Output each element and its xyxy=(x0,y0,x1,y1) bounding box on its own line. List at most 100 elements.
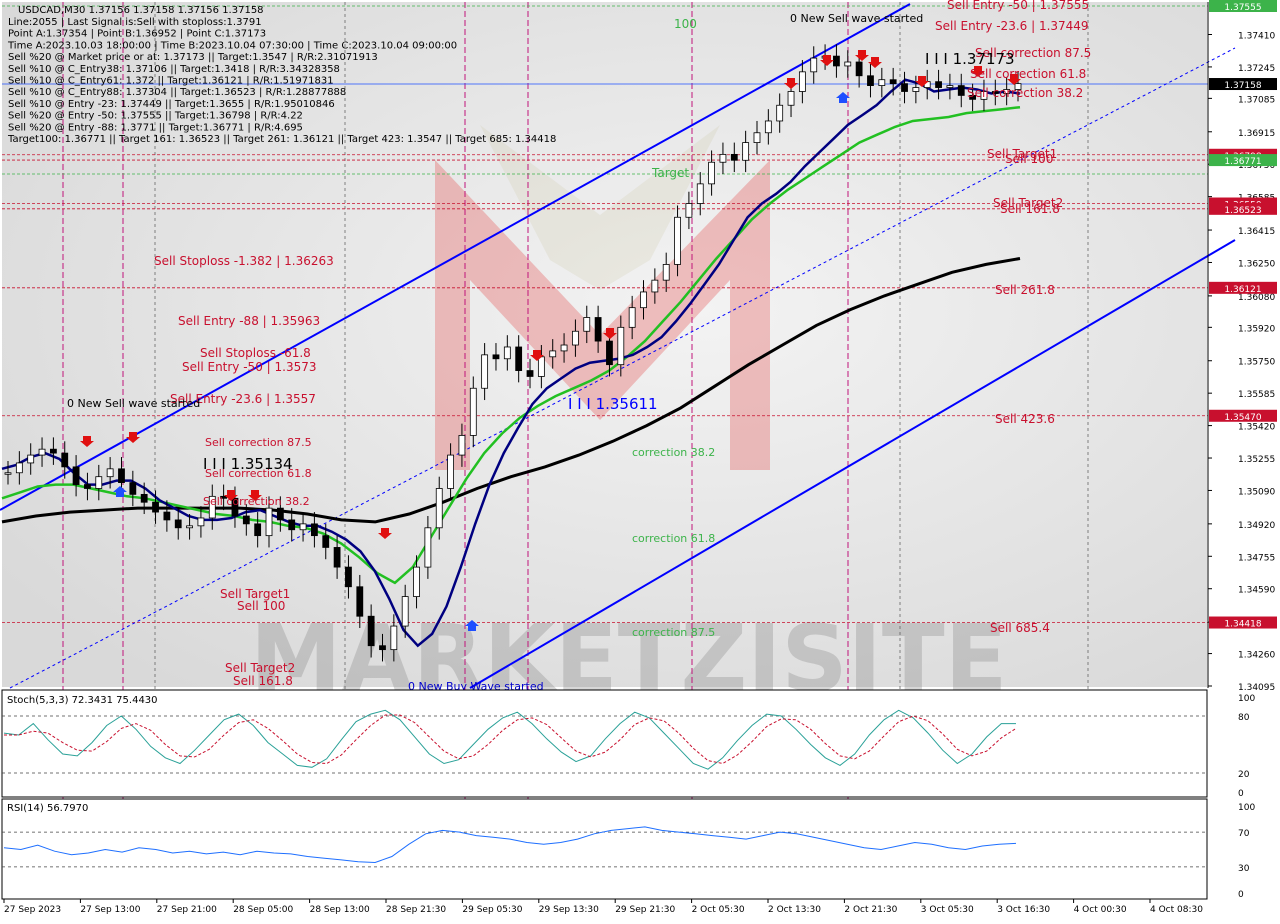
label-sell-correction-618-top: Sell correction 61.8 xyxy=(970,67,1086,81)
label-sell-correction-382-top: Sell correction 38.2 xyxy=(967,86,1083,100)
candle-body xyxy=(481,354,489,389)
candle-body xyxy=(4,472,12,475)
candle-body xyxy=(276,507,284,521)
header-symbol-line: USDCAD,M30 1.37156 1.37158 1.37156 1.371… xyxy=(18,5,264,16)
price-tick-label: 1.35585 xyxy=(1238,390,1275,400)
time-tick-label: 4 Oct 00:30 xyxy=(1074,905,1127,915)
candle-body xyxy=(95,476,103,489)
rsi-axis-label: 100 xyxy=(1238,803,1255,813)
price-tick-label: 1.35750 xyxy=(1238,358,1275,368)
price-tick-label: 1.35255 xyxy=(1238,455,1275,465)
candle-body xyxy=(118,468,125,483)
time-tick-label: 28 Sep 13:00 xyxy=(310,905,370,915)
candle-body xyxy=(572,330,579,346)
price-marker-label: 1.34418 xyxy=(1224,620,1261,630)
price-marker-label: 1.36523 xyxy=(1224,206,1261,216)
price-tick-label: 1.35920 xyxy=(1238,324,1275,334)
price-marker-label: 1.37158 xyxy=(1224,81,1261,91)
label-new-sell-wave-top: 0 New Sell wave started xyxy=(790,12,923,25)
label-sell-stoploss-618: Sell Stoploss -61.8 xyxy=(200,346,311,360)
candle-body xyxy=(867,75,874,86)
time-tick-label: 3 Oct 16:30 xyxy=(997,905,1050,915)
candle-body xyxy=(753,132,761,143)
candle-body xyxy=(708,161,715,185)
candle-body xyxy=(424,527,432,568)
price-tick-label: 1.34095 xyxy=(1238,683,1275,693)
price-marker-label: 1.37555 xyxy=(1224,3,1261,13)
stoch-panel xyxy=(1,689,1208,798)
candle-body xyxy=(390,625,398,651)
header-info-line: Sell %20 @ Entry -88: 1.3771 || Target:1… xyxy=(8,122,303,133)
time-tick-label: 27 Sep 13:00 xyxy=(80,905,140,915)
candle-body xyxy=(901,83,908,92)
price-tick-label: 1.36250 xyxy=(1238,259,1275,269)
candle-body xyxy=(696,183,704,204)
stoch-axis-label: 100 xyxy=(1238,694,1255,704)
candle-body xyxy=(628,307,636,328)
candle-body xyxy=(719,153,727,163)
header-info-line: Line:2055 | Last Signal is:Sell with sto… xyxy=(8,17,262,28)
chart-root: MARKETZISITE Sell Entry -50 | 1.37555 Se… xyxy=(0,0,1280,920)
candle-body xyxy=(742,142,750,161)
stoch-axis-label: 20 xyxy=(1238,770,1250,780)
candle-body xyxy=(379,645,386,651)
candle-body xyxy=(549,350,557,358)
stoch-axis-label: 0 xyxy=(1238,789,1244,799)
label-sell-4236: Sell 423.6 xyxy=(995,412,1055,426)
price-marker-label: 1.36121 xyxy=(1224,285,1261,295)
time-tick-label: 3 Oct 05:30 xyxy=(921,905,974,915)
stoch-axis-label: 80 xyxy=(1238,713,1250,723)
price-tick-label: 1.36915 xyxy=(1238,129,1275,139)
label-sell-stoploss-1382: Sell Stoploss -1.382 | 1.36263 xyxy=(154,254,334,268)
candle-body xyxy=(152,501,159,513)
price-tick-label: 1.35090 xyxy=(1238,487,1275,497)
label-target: Target xyxy=(651,166,689,180)
time-tick-label: 4 Oct 08:30 xyxy=(1150,905,1203,915)
candle-body xyxy=(833,55,840,67)
candle-body xyxy=(106,468,114,478)
time-tick-label: 29 Sep 21:30 xyxy=(615,905,675,915)
label-sell-1618-top: Sell 161.8 xyxy=(1000,202,1060,216)
header-info-line: Point A:1.37354 | Point B:1.36952 | Poin… xyxy=(8,29,266,40)
label-sell-target2-left: Sell Target2 xyxy=(225,661,295,675)
candle-body xyxy=(844,61,852,67)
chart-svg: MARKETZISITE Sell Entry -50 | 1.37555 Se… xyxy=(0,0,1280,920)
candle-body xyxy=(912,87,920,92)
candle-body xyxy=(322,535,330,548)
label-sell-correction-875-left: Sell correction 87.5 xyxy=(205,436,312,449)
time-tick-label: 2 Oct 21:30 xyxy=(844,905,897,915)
label-wave-mid: I I I 1.35611 xyxy=(568,395,658,413)
header-info-line: Sell %10 @ C_Entry61: 1.372 || Target:1.… xyxy=(8,76,334,87)
label-sell-correction-382-left: Sell correction 38.2 xyxy=(203,495,310,508)
candle-body xyxy=(730,153,738,161)
candle-body xyxy=(776,104,784,122)
candle-body xyxy=(889,79,897,85)
candle-body xyxy=(810,57,818,73)
time-tick-label: 28 Sep 05:00 xyxy=(233,905,293,915)
time-tick-label: 28 Sep 21:30 xyxy=(386,905,446,915)
price-tick-label: 1.35420 xyxy=(1238,423,1275,433)
price-marker-label: 1.36771 xyxy=(1224,157,1261,167)
rsi-axis-label: 0 xyxy=(1238,890,1244,900)
candle-body xyxy=(333,547,341,568)
time-tick-label: 27 Sep 21:00 xyxy=(157,905,217,915)
candle-body xyxy=(345,566,352,588)
candle-body xyxy=(61,452,69,468)
price-marker-label: 1.35470 xyxy=(1224,413,1261,423)
label-sell-1618-left: Sell 161.8 xyxy=(233,674,293,688)
label-new-sell-wave-left: 0 New Sell wave started xyxy=(67,397,200,410)
label-correction-875: correction 87.5 xyxy=(632,626,715,639)
candle-body xyxy=(492,354,500,360)
candle-body xyxy=(946,85,954,88)
rsi-title: RSI(14) 56.7970 xyxy=(7,803,88,814)
candle-body xyxy=(265,507,273,537)
time-tick-label: 2 Oct 05:30 xyxy=(692,905,745,915)
candle-body xyxy=(38,448,46,456)
price-tick-label: 1.37085 xyxy=(1238,95,1275,105)
candle-body xyxy=(583,317,591,332)
candle-body xyxy=(537,356,545,377)
label-correction-382: correction 38.2 xyxy=(632,446,715,459)
candle-body xyxy=(140,493,148,503)
candle-body xyxy=(413,566,420,597)
rsi-axis-label: 30 xyxy=(1238,864,1250,874)
